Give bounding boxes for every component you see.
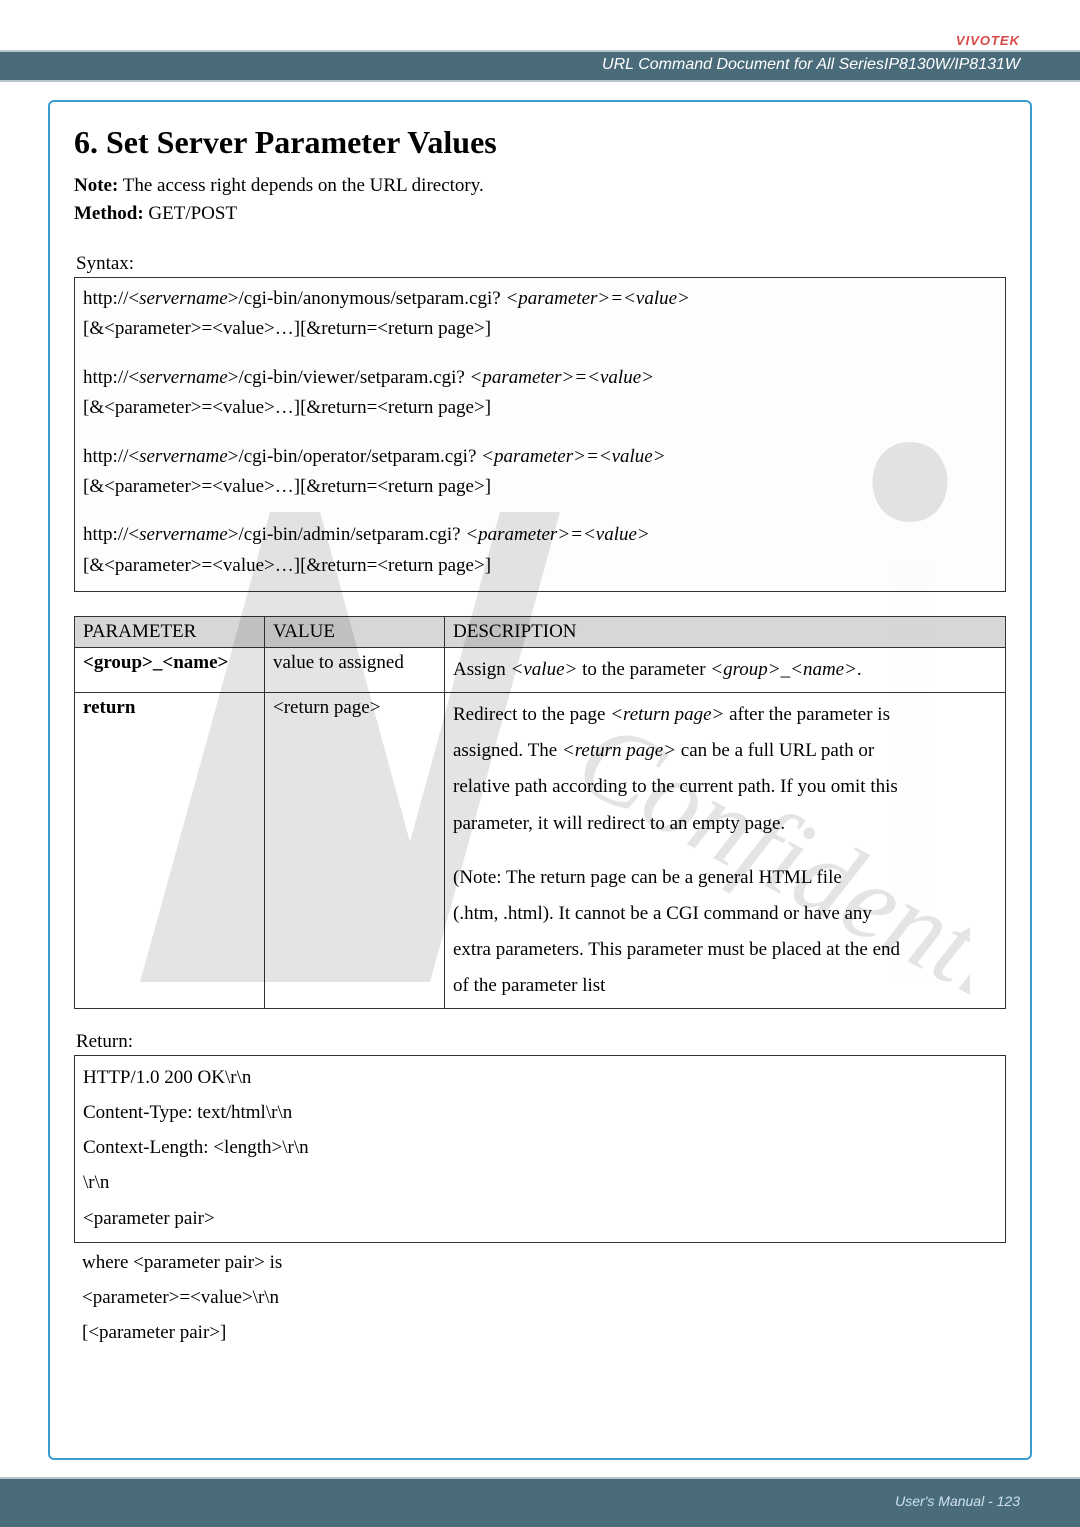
return-after-line: where <parameter pair> is — [82, 1245, 998, 1280]
subheader: URL Command Document for All SeriesIP813… — [0, 50, 1080, 82]
table-row: <group>_<name> value to assigned Assign … — [75, 648, 1006, 693]
syntax-text: >/cgi-bin/operator/setparam.cgi? — [228, 446, 481, 467]
cell-value: <return page> — [265, 693, 445, 1009]
syntax-text: >/cgi-bin/admin/setparam.cgi? — [228, 524, 466, 545]
syntax-servername: servername — [139, 367, 228, 388]
parameter-table: PARAMETER VALUE DESCRIPTION <group>_<nam… — [74, 616, 1006, 1009]
return-line: \r\n — [83, 1165, 997, 1200]
col-description: DESCRIPTION — [445, 617, 1006, 648]
note-text: The access right depends on the URL dire… — [118, 175, 483, 196]
return-line: Content-Type: text/html\r\n — [83, 1095, 997, 1130]
cell-param: return — [75, 693, 265, 1009]
desc-text: to the parameter — [577, 659, 710, 680]
desc-text: can be a full URL path or — [676, 740, 874, 761]
cell-desc: Redirect to the page <return page> after… — [445, 693, 1006, 1009]
desc-italic: <value> — [511, 659, 578, 680]
syntax-servername: servername — [139, 524, 228, 545]
syntax-text: http://< — [83, 288, 139, 309]
desc-text: (Note: The return page can be a general … — [453, 860, 997, 896]
syntax-param: <parameter>=<value> — [481, 446, 665, 467]
desc-text: assigned. The — [453, 740, 562, 761]
syntax-block-1: http://<servername>/cgi-bin/viewer/setpa… — [83, 363, 997, 424]
col-value: VALUE — [265, 617, 445, 648]
syntax-param: <parameter>=<value> — [505, 288, 689, 309]
desc-italic: <name> — [790, 659, 857, 680]
return-after-line: <parameter>=<value>\r\n — [82, 1280, 998, 1315]
desc-text: of the parameter list — [453, 968, 997, 1004]
syntax-block-0: http://<servername>/cgi-bin/anonymous/se… — [83, 284, 997, 345]
table-header-row: PARAMETER VALUE DESCRIPTION — [75, 617, 1006, 648]
footer-text: User's Manual - 123 — [895, 1493, 1020, 1509]
return-after: where <parameter pair> is <parameter>=<v… — [74, 1243, 1006, 1352]
return-line: Context-Length: <length>\r\n — [83, 1130, 997, 1165]
syntax-tail: [&<parameter>=<value>…][&return=<return … — [83, 472, 997, 502]
page-header: VIVOTEK — [0, 0, 1080, 50]
method-text: GET/POST — [144, 203, 237, 224]
syntax-tail: [&<parameter>=<value>…][&return=<return … — [83, 551, 997, 581]
desc-text: after the parameter is — [724, 704, 890, 725]
syntax-text: >/cgi-bin/viewer/setparam.cgi? — [228, 367, 470, 388]
desc-text: (.htm, .html). It cannot be a CGI comman… — [453, 896, 997, 932]
desc-italic: <group> — [710, 659, 780, 680]
desc-italic: <return page> — [610, 704, 724, 725]
desc-text: Assign — [453, 659, 511, 680]
note-label: Note: — [74, 175, 118, 196]
col-parameter: PARAMETER — [75, 617, 265, 648]
cell-value: value to assigned — [265, 648, 445, 693]
section-title: 6. Set Server Parameter Values — [74, 124, 1006, 161]
cell-desc: Assign <value> to the parameter <group>_… — [445, 648, 1006, 693]
content-frame: Confidential 6. Set Server Parameter Val… — [48, 100, 1032, 1460]
syntax-label: Syntax: — [76, 253, 1006, 275]
method-label: Method: — [74, 203, 144, 224]
syntax-tail: [&<parameter>=<value>…][&return=<return … — [83, 393, 997, 423]
desc-text: relative path according to the current p… — [453, 769, 997, 805]
return-box: HTTP/1.0 200 OK\r\n Content-Type: text/h… — [74, 1055, 1006, 1243]
desc-text: Redirect to the page — [453, 704, 610, 725]
syntax-text: http://< — [83, 524, 139, 545]
cell-param: <group>_<name> — [75, 648, 265, 693]
syntax-text: http://< — [83, 446, 139, 467]
syntax-text: http://< — [83, 367, 139, 388]
return-line: <parameter pair> — [83, 1201, 997, 1236]
syntax-block-3: http://<servername>/cgi-bin/admin/setpar… — [83, 520, 997, 581]
syntax-tail: [&<parameter>=<value>…][&return=<return … — [83, 314, 997, 344]
desc-text: extra parameters. This parameter must be… — [453, 932, 997, 968]
syntax-param: <parameter>=<value> — [470, 367, 654, 388]
return-line: HTTP/1.0 200 OK\r\n — [83, 1060, 997, 1095]
desc-text: . — [857, 659, 862, 680]
syntax-box: http://<servername>/cgi-bin/anonymous/se… — [74, 277, 1006, 592]
syntax-param: <parameter>=<value> — [465, 524, 649, 545]
table-row: return <return page> Redirect to the pag… — [75, 693, 1006, 1009]
note-line: Note: The access right depends on the UR… — [74, 175, 1006, 197]
return-label: Return: — [76, 1031, 1006, 1053]
method-line: Method: GET/POST — [74, 203, 1006, 225]
desc-italic: <return page> — [562, 740, 676, 761]
brand-label: VIVOTEK — [956, 33, 1020, 48]
syntax-servername: servername — [139, 446, 228, 467]
desc-text: _ — [781, 659, 791, 680]
syntax-block-2: http://<servername>/cgi-bin/operator/set… — [83, 442, 997, 503]
return-after-line: [<parameter pair>] — [82, 1315, 998, 1350]
syntax-servername: servername — [139, 288, 228, 309]
syntax-text: >/cgi-bin/anonymous/setparam.cgi? — [228, 288, 506, 309]
desc-text: parameter, it will redirect to an empty … — [453, 806, 997, 842]
